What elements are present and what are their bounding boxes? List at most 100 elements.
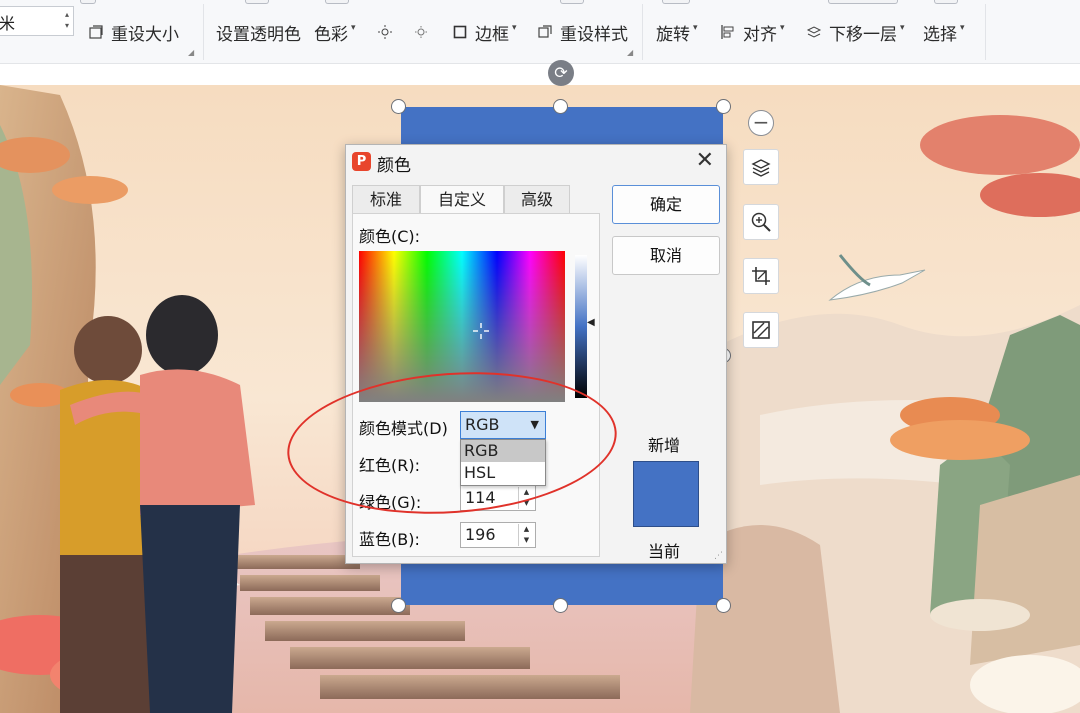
dropdown-arrow-icon: ▼ [530, 418, 539, 431]
rotate-button[interactable]: 旋转 ▾ [656, 18, 698, 46]
color-mode-dropdown: RGB HSL [460, 439, 546, 486]
luminance-slider[interactable] [575, 255, 587, 398]
reset-style-label: 重设样式 [560, 24, 628, 45]
crop-button[interactable] [743, 258, 779, 294]
resize-handle-top-right[interactable] [716, 99, 731, 114]
set-transparent-button[interactable]: 设置透明色 [216, 18, 301, 46]
color-mode-option-rgb[interactable]: RGB [461, 440, 545, 462]
chevron-down-icon: ▾ [512, 23, 517, 33]
select-icon-top [934, 0, 958, 4]
color-mode-select[interactable]: RGB ▼ [460, 411, 546, 439]
chevron-down-icon: ▾ [780, 23, 785, 33]
select-button[interactable]: 选择 ▾ [923, 18, 965, 46]
rotate-icon-top [662, 0, 690, 4]
size-input[interactable]: 米 ▴ ▾ [0, 6, 74, 36]
chevron-down-icon: ▾ [693, 23, 698, 33]
reset-style-icon-top [560, 0, 584, 4]
send-backward-button[interactable]: 下移一层 ▾ [806, 18, 905, 46]
dialog-titlebar[interactable]: P 颜色 ✕ [346, 145, 726, 179]
style-group-launcher[interactable]: ◢ [627, 48, 633, 57]
color-picker-label: 颜色(C): [359, 227, 421, 246]
tab-standard[interactable]: 标准 [352, 185, 420, 214]
bring-forward-top [828, 0, 898, 4]
border-button[interactable]: 边框 ▾ [452, 18, 517, 46]
crop-icon [752, 267, 770, 285]
color-button[interactable]: 色彩 ▾ [314, 18, 356, 46]
resize-handle-bottom[interactable] [553, 598, 568, 613]
send-backward-icon [806, 24, 822, 40]
align-button[interactable]: 对齐 ▾ [720, 18, 785, 46]
align-label: 对齐 [743, 24, 777, 45]
crosshair-icon [473, 323, 489, 342]
rotate-label: 旋转 [656, 24, 690, 45]
fill-button[interactable] [743, 312, 779, 348]
size-spinner[interactable]: ▴ ▾ [65, 9, 69, 31]
align-icon [720, 24, 736, 40]
blue-label: 蓝色(B): [359, 530, 420, 549]
transparent-icon-top [245, 0, 269, 4]
tab-advanced[interactable]: 高级 [504, 185, 570, 214]
new-color-label: 新增 [648, 436, 681, 455]
zoom-in-button[interactable] [743, 204, 779, 240]
size-unit: 米 [0, 14, 16, 33]
size-group-launcher[interactable]: ◢ [188, 48, 194, 57]
resize-handle-top[interactable] [553, 99, 568, 114]
color-dialog: P 颜色 ✕ 标准 自定义 高级 颜色(C): ◀ 颜色模式(D) RGB ▼ … [345, 144, 727, 564]
color-spectrum[interactable] [359, 251, 565, 402]
divider [642, 4, 643, 60]
green-label: 绿色(G): [359, 493, 422, 512]
blue-input[interactable]: 196 ▲ ▼ [460, 522, 536, 548]
divider [985, 4, 986, 60]
app-logo-icon: P [352, 152, 371, 171]
reset-size-label: 重设大小 [111, 24, 179, 45]
blue-spinner[interactable]: ▲ ▼ [518, 524, 534, 546]
resize-grip-icon[interactable]: ⋰ [714, 551, 723, 561]
brightness-down-button[interactable] [413, 18, 436, 46]
current-color-label: 当前 [648, 542, 681, 561]
chevron-down-icon: ▾ [960, 23, 965, 33]
color-mode-value: RGB [465, 415, 500, 434]
red-label: 红色(R): [359, 456, 420, 475]
rotate-handle-icon[interactable]: ⟳ [548, 60, 574, 86]
color-mode-option-hsl[interactable]: HSL [461, 462, 545, 484]
zoom-in-icon [751, 212, 771, 232]
layers-icon [751, 159, 771, 177]
resize-handle-top-left[interactable] [391, 99, 406, 114]
fill-icon [752, 321, 770, 339]
border-label: 边框 [475, 24, 509, 45]
reset-style-icon [537, 24, 553, 40]
layers-button[interactable] [743, 149, 779, 185]
set-transparent-label: 设置透明色 [216, 24, 301, 45]
color-mode-label: 颜色模式(D) [359, 419, 448, 438]
brightness-down-icon [413, 24, 429, 40]
divider [203, 4, 204, 60]
brightness-up-icon [377, 24, 393, 40]
luminance-pointer-icon[interactable]: ◀ [587, 317, 595, 328]
brightness-up-button[interactable] [377, 18, 400, 46]
chevron-down-icon: ▾ [351, 23, 356, 33]
color-label: 色彩 [314, 24, 348, 45]
zoom-out-icon[interactable]: − [748, 110, 774, 136]
chevron-down-icon: ▾ [900, 23, 905, 33]
ribbon-toolbar: 米 ▴ ▾ 重设大小 ◢ 设置透明色 色彩 ▾ 边框 ▾ 重设样式 ◢ 旋转 ▾… [0, 0, 1080, 64]
reset-size-button[interactable]: 重设大小 [88, 18, 179, 46]
resize-handle-bottom-right[interactable] [716, 598, 731, 613]
lock-ratio-checkbox[interactable] [80, 0, 96, 4]
green-input[interactable]: 114 ▲ ▼ [460, 485, 536, 511]
select-label: 选择 [923, 24, 957, 45]
blue-value: 196 [465, 525, 496, 544]
border-icon [452, 24, 468, 40]
close-icon[interactable]: ✕ [696, 148, 714, 173]
tab-custom[interactable]: 自定义 [420, 185, 504, 215]
color-icon-top [325, 0, 349, 4]
green-value: 114 [465, 488, 496, 507]
cancel-button[interactable]: 取消 [612, 236, 720, 275]
ok-button[interactable]: 确定 [612, 185, 720, 224]
reset-size-icon [88, 24, 104, 40]
dialog-title: 颜色 [377, 156, 411, 176]
send-backward-label: 下移一层 [829, 24, 897, 45]
green-spinner[interactable]: ▲ ▼ [518, 487, 534, 509]
color-preview-swatch [633, 461, 699, 527]
reset-style-button[interactable]: 重设样式 [537, 18, 628, 46]
resize-handle-bottom-left[interactable] [391, 598, 406, 613]
